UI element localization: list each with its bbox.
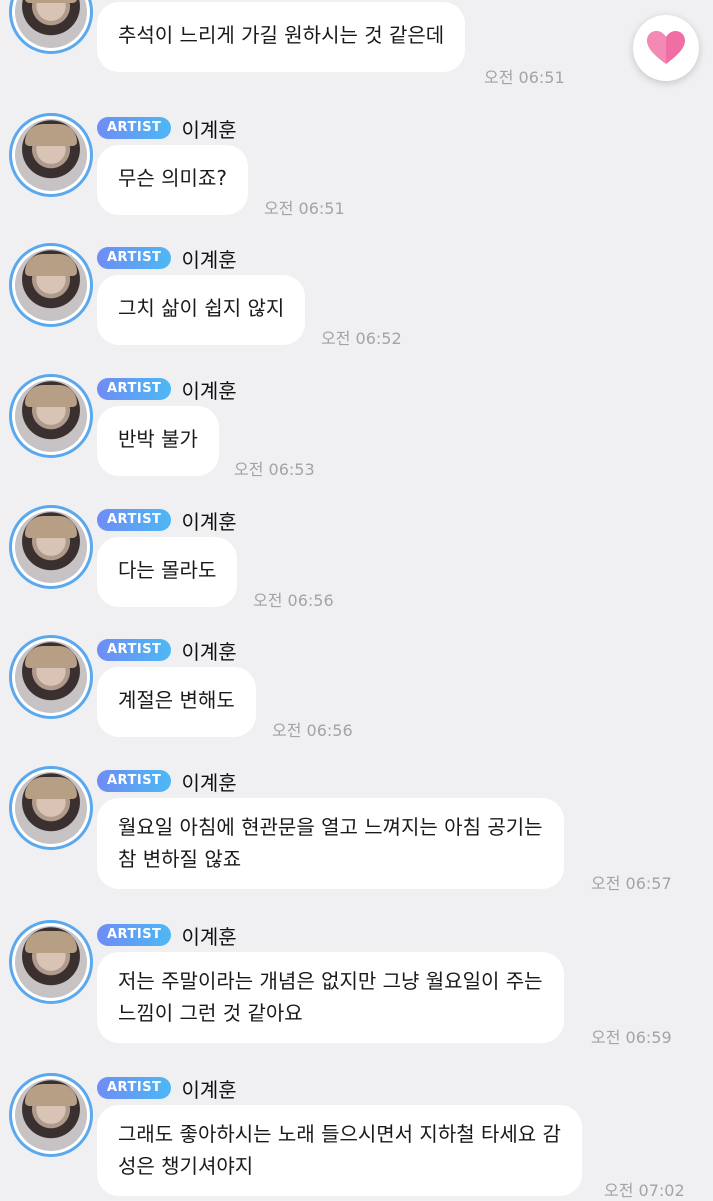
avatar[interactable] xyxy=(9,635,93,719)
message-header: ARTIST 이계훈 xyxy=(97,922,237,949)
message-header: ARTIST 이계훈 xyxy=(97,637,237,664)
message-header: ARTIST 이계훈 xyxy=(97,115,237,142)
message-text: 반박 불가 xyxy=(118,427,198,451)
heart-reaction-button[interactable] xyxy=(633,15,699,81)
message-time: 오전 06:56 xyxy=(253,591,334,610)
artist-badge: ARTIST xyxy=(97,770,172,792)
message-text-line: 그래도 좋아하시는 노래 들으시면서 지하철 타세요 감 xyxy=(118,1122,561,1146)
message-text-line: 성은 챙기셔야지 xyxy=(118,1154,254,1178)
sender-name: 이계훈 xyxy=(181,117,237,142)
sender-name: 이계훈 xyxy=(181,509,237,534)
avatar[interactable] xyxy=(9,0,93,54)
heart-icon xyxy=(647,31,685,64)
sender-name: 이계훈 xyxy=(181,1077,237,1102)
message-text-line: 느낌이 그런 것 같아요 xyxy=(118,1001,303,1025)
message-header: ARTIST 이계훈 xyxy=(97,507,237,534)
avatar[interactable] xyxy=(9,243,93,327)
message-time: 오전 06:51 xyxy=(484,68,565,87)
avatar[interactable] xyxy=(9,1073,93,1157)
avatar[interactable] xyxy=(9,113,93,197)
message-text-line: 월요일 아침에 현관문을 열고 느껴지는 아침 공기는 xyxy=(118,815,543,839)
message-bubble[interactable]: 추석이 느리게 가길 원하시는 것 같은데 xyxy=(97,2,466,72)
avatar[interactable] xyxy=(9,766,93,850)
message-header: ARTIST 이계훈 xyxy=(97,245,237,272)
message-header: ARTIST 이계훈 xyxy=(97,376,237,403)
sender-name: 이계훈 xyxy=(181,639,237,664)
message-text-line: 참 변하질 않죠 xyxy=(118,847,242,871)
artist-badge: ARTIST xyxy=(97,247,172,269)
message-header: ARTIST 이계훈 xyxy=(97,768,237,795)
message-bubble[interactable]: 저는 주말이라는 개념은 없지만 그냥 월요일이 주는 느낌이 그런 것 같아요 xyxy=(97,952,564,1043)
artist-badge: ARTIST xyxy=(97,1077,172,1099)
message-bubble[interactable]: 그치 삶이 쉽지 않지 xyxy=(97,275,306,345)
artist-badge: ARTIST xyxy=(97,639,172,661)
message-bubble[interactable]: 그래도 좋아하시는 노래 들으시면서 지하철 타세요 감 성은 챙기셔야지 xyxy=(97,1105,582,1196)
message-time: 오전 07:02 xyxy=(604,1181,685,1200)
message-text: 다는 몰라도 xyxy=(118,558,217,582)
message-text: 추석이 느리게 가길 원하시는 것 같은데 xyxy=(118,23,445,47)
artist-badge: ARTIST xyxy=(97,378,172,400)
message-header: ARTIST 이계훈 xyxy=(97,1075,237,1102)
message-bubble[interactable]: 계절은 변해도 xyxy=(97,667,256,737)
sender-name: 이계훈 xyxy=(181,247,237,272)
message-time: 오전 06:52 xyxy=(321,329,402,348)
message-bubble[interactable]: 반박 불가 xyxy=(97,406,219,476)
avatar[interactable] xyxy=(9,505,93,589)
avatar[interactable] xyxy=(9,920,93,1004)
message-bubble[interactable]: 월요일 아침에 현관문을 열고 느껴지는 아침 공기는 참 변하질 않죠 xyxy=(97,798,564,889)
sender-name: 이계훈 xyxy=(181,770,237,795)
artist-badge: ARTIST xyxy=(97,924,172,946)
message-bubble[interactable]: 다는 몰라도 xyxy=(97,537,238,607)
message-bubble[interactable]: 무슨 의미죠? xyxy=(97,145,248,215)
artist-badge: ARTIST xyxy=(97,117,172,139)
sender-name: 이계훈 xyxy=(181,924,237,949)
message-time: 오전 06:57 xyxy=(591,874,672,893)
message-time: 오전 06:56 xyxy=(272,721,353,740)
message-time: 오전 06:51 xyxy=(264,199,345,218)
message-text: 무슨 의미죠? xyxy=(118,166,227,190)
avatar[interactable] xyxy=(9,374,93,458)
message-time: 오전 06:53 xyxy=(234,460,315,479)
artist-badge: ARTIST xyxy=(97,509,172,531)
message-text: 그치 삶이 쉽지 않지 xyxy=(118,296,285,320)
sender-name: 이계훈 xyxy=(181,378,237,403)
message-text-line: 저는 주말이라는 개념은 없지만 그냥 월요일이 주는 xyxy=(118,969,543,993)
message-text: 계절은 변해도 xyxy=(118,688,235,712)
message-time: 오전 06:59 xyxy=(591,1028,672,1047)
